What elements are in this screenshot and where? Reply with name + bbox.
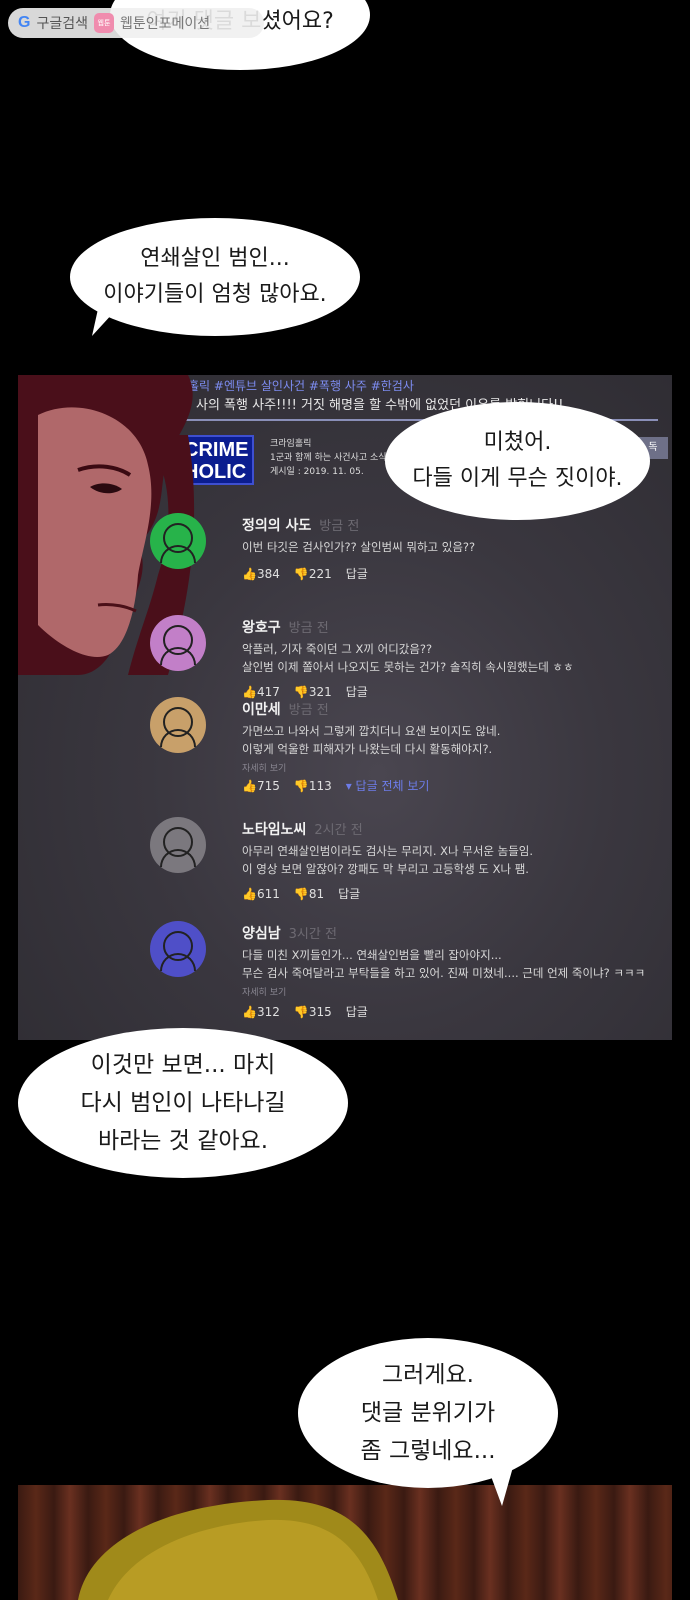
comment-time: 2시간 전 [314,823,363,838]
see-more-link[interactable]: 자세히 보기 [242,761,286,774]
comment-text: 가면쓰고 나와서 그렇게 깝치더니 요샌 보이지도 않네. [242,724,501,738]
comment-text: 이렇게 억울한 피해자가 나왔는데 다시 활동해야지?. [242,742,493,756]
bubble-3-line-2: 다들 이게 무슨 짓이야. [412,466,623,491]
bubble-2-line-2: 이야기들이 엄청 많아요. [103,282,327,307]
dislike-button[interactable]: 👎321 [294,685,332,699]
comment-author[interactable]: 양심남 3시간 전 [242,923,337,943]
avatar-body [160,647,196,665]
comment-text: 이 영상 보면 알잖아? 깡패도 막 부리고 고등학생 도 X나 팸. [242,862,529,876]
avatar-body [160,953,196,971]
comment-avatar[interactable] [150,615,206,671]
see-more-link[interactable]: 자세히 보기 [242,985,286,998]
dislike-button[interactable]: 👎221 [294,567,332,581]
comment-text: 무슨 검사 죽여달라고 부탁들을 하고 있어. 진짜 미쳤네.... 근데 언제… [242,966,646,980]
comment-actions: 👍384 👎221 답글 [242,565,368,582]
comment-actions: 👍417 👎321 답글 [242,683,368,700]
bubble-5-line-2: 댓글 분위기가 [360,1400,496,1426]
like-button[interactable]: 👍312 [242,1005,280,1019]
view-all-replies-button[interactable]: ▾ 답글 전체 보기 [346,777,430,794]
watermark-bar: G 구글검색 웹툰 웹툰인포메이션 [8,8,264,38]
bubble-5-line-3: 좀 그렇네요... [360,1438,496,1464]
bubble-2-line-1: 연쇄살인 범인... [140,246,290,271]
reply-button[interactable]: 답글 [346,565,368,582]
bubble-5-line-1: 그러게요. [382,1362,474,1388]
like-button[interactable]: 👍384 [242,567,280,581]
like-button[interactable]: 👍417 [242,685,280,699]
bubble-4-line-3: 바라는 것 같아요. [97,1128,269,1154]
google-icon: G [18,14,31,31]
watermark-label-search: 구글검색 [36,16,88,32]
webtoon-badge-icon: 웹툰 [93,13,114,33]
watermark-label-info: 웹툰인포메이션 [119,16,211,32]
avatar-body [160,545,196,563]
comment-text: 이번 타깃은 검사인가?? 살인범씨 뭐하고 있음?? [242,540,476,554]
bubble-4-line-1: 이것만 보면... 마치 [90,1052,276,1078]
speech-bubble-3: 미쳤어. 다들 이게 무슨 짓이야. [385,402,650,520]
like-button[interactable]: 👍611 [242,887,280,901]
channel-desc: 1군과 함께 하는 사건사고 소식 [270,453,387,463]
bottom-scene-panel [18,1485,672,1600]
bubble-3-line-1: 미쳤어. [483,430,552,455]
comment-avatar[interactable] [150,513,206,569]
reply-button[interactable]: 답글 [338,885,360,902]
speech-bubble-2: 연쇄살인 범인... 이야기들이 엄청 많아요. [70,218,360,336]
comment-text: 악플러, 기자 죽이던 그 X끼 어디갔음?? [242,642,433,656]
comment-text: 살인범 이제 쫄아서 나오지도 못하는 건가? 솔직히 속시원했는데 ㅎㅎ [242,660,574,674]
comment-time: 3시간 전 [288,927,337,942]
comment-author[interactable]: 왕호구 방금 전 [242,617,329,637]
dislike-button[interactable]: 👎113 [294,779,332,793]
like-button[interactable]: 👍715 [242,779,280,793]
avatar-body [160,849,196,867]
comment-actions: 👍611 👎81 답글 [242,885,360,902]
comment-time: 방금 전 [319,519,360,534]
comment-time: 방금 전 [288,621,329,636]
comment-time: 방금 전 [288,703,329,718]
speech-bubble-5: 그러게요. 댓글 분위기가 좀 그렇네요... [298,1338,558,1488]
comment-text: 다들 미친 X끼들인가... 연쇄살인범을 빨리 잡아야지... [242,948,502,962]
comment-actions: 👍715 👎113 ▾ 답글 전체 보기 [242,777,429,794]
channel-name[interactable]: 크라임홀릭 [270,437,387,451]
posted-date: 게시일 : 2019. 11. 05. [270,467,364,477]
avatar-body [160,729,196,747]
reply-button[interactable]: 답글 [346,683,368,700]
comment-avatar[interactable] [150,921,206,977]
reply-button[interactable]: 답글 [346,1003,368,1020]
comment-avatar[interactable] [150,697,206,753]
comment-author[interactable]: 이만세 방금 전 [242,699,329,719]
comment-author[interactable]: 노타임노씨 2시간 전 [242,819,363,839]
comment-avatar[interactable] [150,817,206,873]
speech-bubble-4: 이것만 보면... 마치 다시 범인이 나타나길 바라는 것 같아요. [18,1028,348,1178]
comment-author[interactable]: 정의의 사도 방금 전 [242,515,359,535]
bubble-4-line-2: 다시 범인이 나타나길 [80,1090,286,1116]
channel-info: 크라임홀릭 1군과 함께 하는 사건사고 소식 게시일 : 2019. 11. … [270,437,387,479]
comment-text: 아무리 연쇄살인범이라도 검사는 무리지. X나 무서운 놈들임. [242,844,534,858]
dislike-button[interactable]: 👎315 [294,1005,332,1019]
dislike-button[interactable]: 👎81 [294,887,324,901]
comment-actions: 👍312 👎315 답글 [242,1003,368,1020]
character-hair [78,1499,398,1600]
